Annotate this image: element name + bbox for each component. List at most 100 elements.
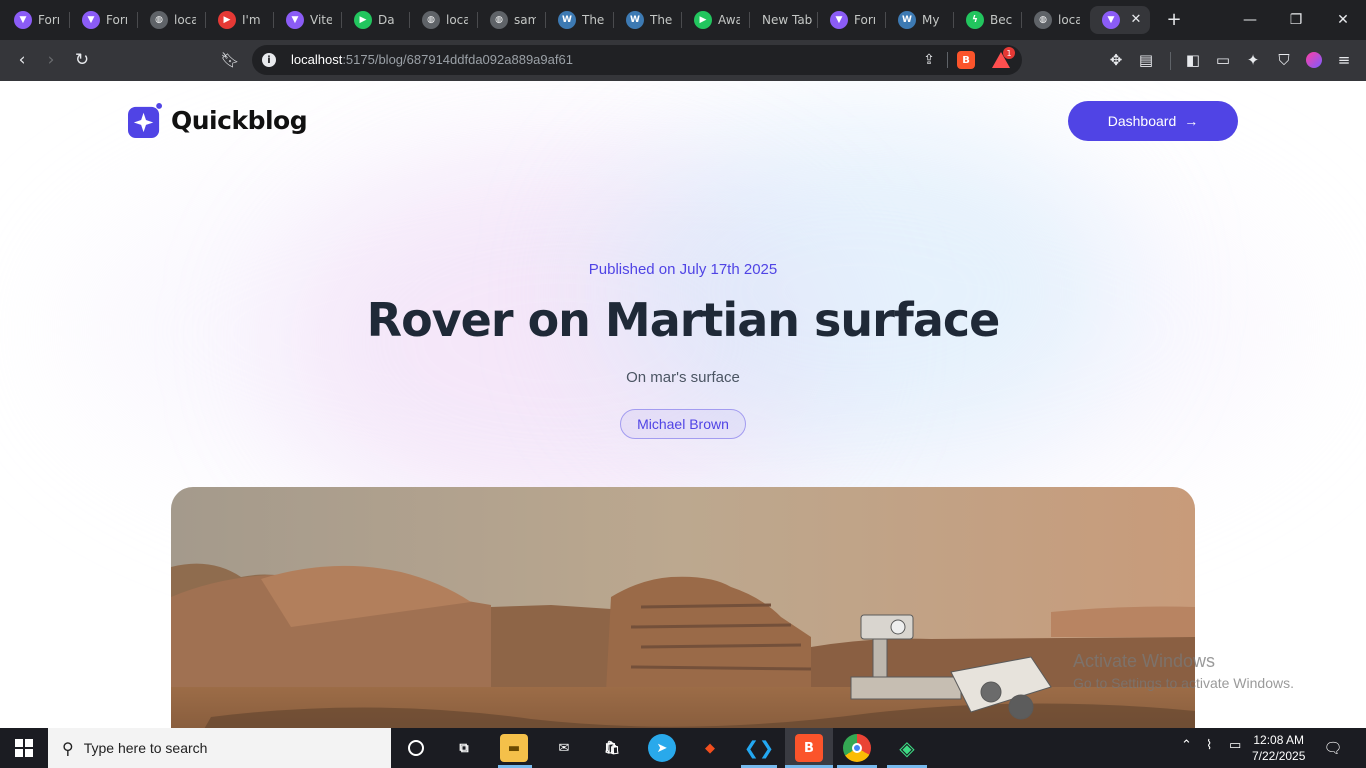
telegram-icon[interactable]: ➤ [648,734,676,762]
file-explorer-icon[interactable]: ▬ [500,734,528,762]
browser-tab[interactable]: ◍ loca [138,6,204,34]
browser-tab[interactable]: ▼ Forı [818,6,884,34]
browser-tab[interactable]: ϟ Bec [954,6,1020,34]
browser-tab[interactable]: ▼ Forı [2,6,68,34]
vite-icon: ▼ [14,11,32,29]
divider [1170,52,1171,70]
tab-strip: ▼ Forı ▼ Forı ◍ loca ▶ I'm ▼ Vite ▶ Da ◍ loca ◍ sam W The… [0,0,1366,40]
youtube-icon: ▶ [218,11,236,29]
tab-title: Bec [990,13,1012,27]
watermark-title: Activate Windows [1073,651,1216,671]
battery-icon[interactable]: ▭ [1229,738,1241,753]
store-icon[interactable]: 🛍︎ [598,734,626,762]
site-logo[interactable]: Quickblog [128,103,308,138]
vite-icon: ▼ [1102,11,1120,29]
globe-icon: ◍ [150,11,168,29]
bookmark-icon[interactable]: 🔖︎ [218,48,242,72]
brave-shields-icon[interactable]: B [957,51,975,69]
globe-icon: ◍ [490,11,508,29]
tab-title: Awa [718,13,740,27]
browser-tab[interactable]: W My [886,6,952,34]
rewards-badge: 1 [1003,47,1015,59]
system-clock[interactable]: 12:08 AM 7/22/2025 [1252,732,1305,764]
leo-ai-icon[interactable]: ✦ [1242,49,1264,71]
taskbar-search[interactable]: ⚲ Type here to search [48,728,391,768]
start-button[interactable] [0,728,48,768]
vscode-icon[interactable]: ❮❯ [744,734,774,762]
browser-tab[interactable]: ▼ Forı [70,6,136,34]
clock-time: 12:08 AM [1253,733,1305,747]
browser-tab[interactable]: ▶ I'm [206,6,272,34]
vite-icon: ▼ [830,11,848,29]
tab-title: The [650,13,672,27]
browser-tab[interactable]: ◍ loca [1022,6,1088,34]
figma-icon[interactable]: ◆ [696,734,724,762]
search-placeholder: Type here to search [83,740,208,756]
browser-tab[interactable]: W The [614,6,680,34]
android-studio-icon[interactable]: ◈ [893,734,921,762]
profile-avatar-icon[interactable] [1303,49,1325,71]
author-badge: Michael Brown [620,409,746,439]
logo-text: Quickblog [171,106,308,135]
wordpress-icon: W [898,11,916,29]
tab-title: Da [378,13,395,27]
dashboard-button[interactable]: Dashboard → [1068,101,1238,141]
tab-title: loca [174,13,196,27]
cortana-icon[interactable] [402,734,430,762]
tab-title: Forı [854,13,876,27]
share-icon[interactable]: ⇪ [920,51,938,69]
browser-tab[interactable]: New Tab [750,6,816,34]
wallet-icon[interactable]: ▭ [1212,49,1234,71]
wordpress-icon: W [558,11,576,29]
tab-title: loca [1058,13,1080,27]
info-icon[interactable]: i [262,53,276,67]
tab-title: sam [514,13,536,27]
back-button[interactable]: ‹ [10,48,34,72]
brave-browser-icon[interactable]: B [795,734,823,762]
url-text[interactable]: localhost:5175/blog/687914ddfda092a889a9… [291,52,573,67]
reading-list-icon[interactable]: ▤ [1135,49,1157,71]
close-tab-icon[interactable]: ✕ [1129,10,1143,28]
reload-button[interactable]: ↻ [70,48,94,72]
new-tab-button[interactable]: + [1165,9,1183,30]
show-hidden-icons[interactable]: ⌃ [1181,738,1192,753]
search-icon: ⚲ [62,738,74,758]
restore-button[interactable]: ❐ [1284,8,1308,32]
clock-date: 7/22/2025 [1252,749,1306,763]
tab-title: Vite [310,13,332,27]
menu-icon[interactable]: ≡ [1333,49,1355,71]
logo-icon [128,103,163,138]
sidebar-icon[interactable]: ◧ [1182,49,1204,71]
browser-tab[interactable]: ◍ loca [410,6,476,34]
play-icon: ▶ [694,11,712,29]
vite-icon: ▼ [286,11,304,29]
minimize-button[interactable]: — [1238,8,1262,32]
extensions-icon[interactable]: ✥ [1105,49,1127,71]
vpn-shield-icon[interactable]: ⛉ [1273,49,1295,71]
chrome-icon[interactable] [843,734,871,762]
close-window-button[interactable]: ✕ [1331,8,1355,32]
bolt-icon: ϟ [966,11,984,29]
task-view-icon[interactable]: ⧉ [450,734,478,762]
arrow-right-icon: → [1184,113,1199,129]
play-icon: ▶ [354,11,372,29]
dashboard-label: Dashboard [1107,113,1177,129]
post-title: Rover on Martian surface [366,293,1001,347]
browser-tab[interactable]: ▶ Awa [682,6,748,34]
browser-tab[interactable]: ▶ Da [342,6,408,34]
tab-title: Forı [106,13,128,27]
tab-title: I'm [242,13,261,27]
blog-page: Quickblog Dashboard → Published on July … [0,81,1366,728]
browser-tab[interactable]: W The [546,6,612,34]
mail-icon[interactable]: ✉ [550,734,578,762]
post-hero-image [171,487,1195,728]
watermark-subtitle: Go to Settings to activate Windows. [1073,675,1294,691]
browser-tab[interactable]: ◍ sam [478,6,544,34]
browser-tab[interactable]: ▼ Vite [274,6,340,34]
address-bar[interactable]: i localhost:5175/blog/687914ddfda092a889… [252,45,1022,75]
post-subtitle: On mar's surface [626,369,740,386]
forward-button[interactable]: › [39,48,63,72]
network-icon[interactable]: ⌇ [1206,738,1212,753]
notifications-icon[interactable]: 🗨︎ [1322,737,1344,759]
vite-icon: ▼ [82,11,100,29]
